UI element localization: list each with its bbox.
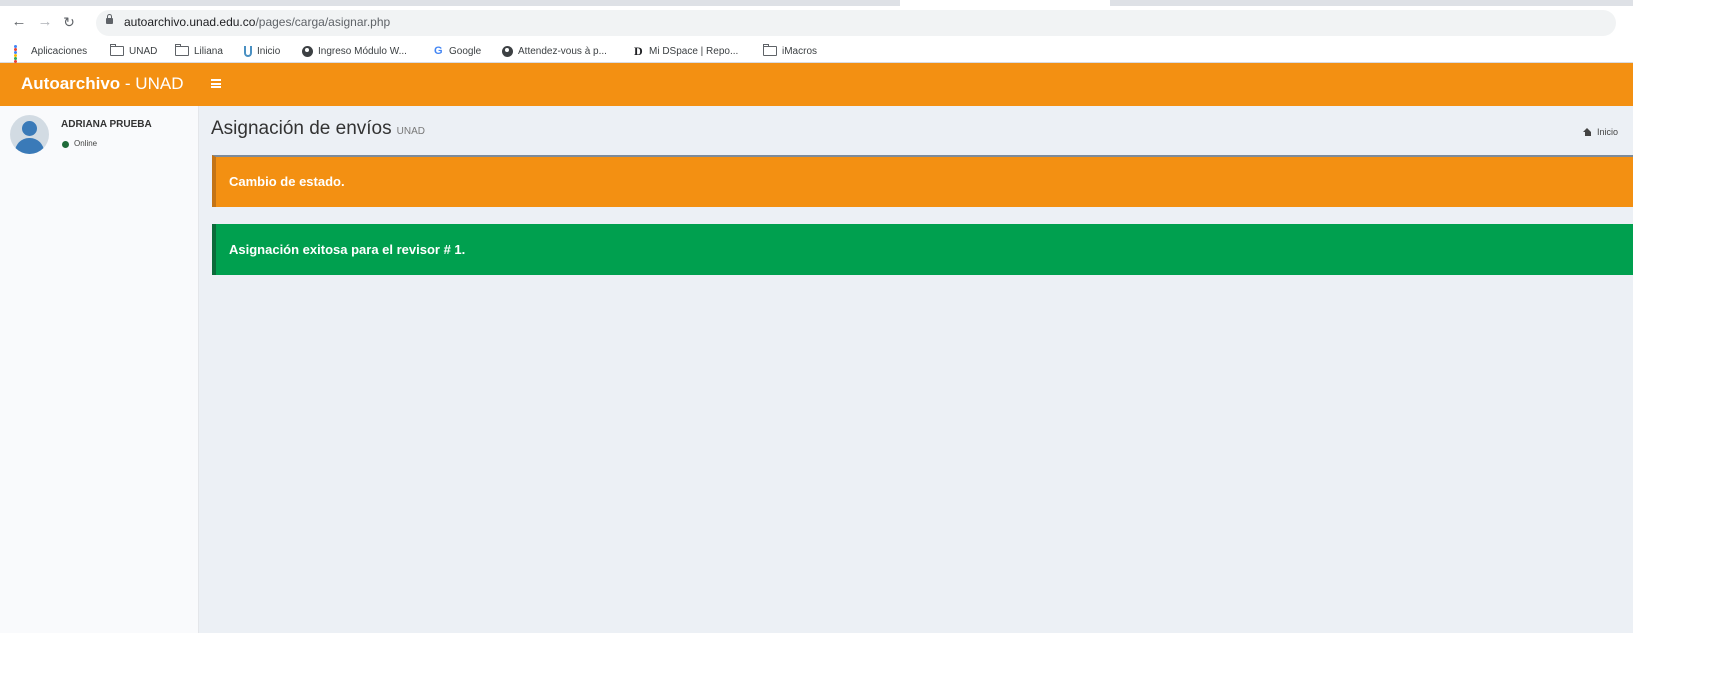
breadcrumb[interactable]: Inicio bbox=[1583, 127, 1618, 137]
bookmark-google[interactable]: G Google bbox=[434, 43, 481, 59]
google-icon: G bbox=[434, 45, 443, 57]
sidebar: ADRIANA PRUEBA Online bbox=[0, 106, 199, 633]
bookmark-ingreso-modulo[interactable]: Ingreso Módulo W... bbox=[302, 43, 407, 59]
bookmark-label: Inicio bbox=[257, 45, 281, 57]
sidebar-toggle-icon[interactable] bbox=[211, 79, 221, 88]
back-arrow-icon[interactable]: ← bbox=[9, 12, 29, 32]
folder-icon bbox=[763, 44, 777, 56]
url-text[interactable]: autoarchivo.unad.edu.co/pages/carga/asig… bbox=[124, 15, 390, 29]
folder-icon bbox=[110, 44, 124, 56]
alert-warning-text: Cambio de estado. bbox=[229, 174, 345, 189]
alert-success: Asignación exitosa para el revisor # 1. bbox=[212, 224, 1633, 275]
breadcrumb-home: Inicio bbox=[1597, 127, 1619, 137]
page-title: Asignación de envíos UNAD bbox=[211, 118, 425, 140]
brand-bold: Autoarchivo bbox=[21, 74, 121, 93]
dspace-icon: D bbox=[634, 43, 643, 58]
bookmark-label: iMacros bbox=[782, 45, 818, 57]
bookmark-mi-dspace[interactable]: D Mi DSpace | Repo... bbox=[634, 43, 738, 59]
lock-icon bbox=[106, 14, 113, 24]
address-bar[interactable]: autoarchivo.unad.edu.co/pages/carga/asig… bbox=[96, 10, 1616, 36]
home-icon bbox=[1583, 128, 1592, 136]
alert-success-text: Asignación exitosa para el revisor # 1. bbox=[229, 242, 466, 257]
bookmark-label: Attendez-vous à p... bbox=[518, 45, 607, 57]
url-path: /pages/carga/asignar.php bbox=[255, 15, 391, 29]
alert-warning: Cambio de estado. bbox=[212, 155, 1633, 207]
bookmark-label: Google bbox=[449, 45, 482, 57]
browser-toolbar: ← → ↻ autoarchivo.unad.edu.co/pages/carg… bbox=[0, 6, 1633, 40]
reload-icon[interactable]: ↻ bbox=[59, 12, 79, 32]
user-name: ADRIANA PRUEBA bbox=[61, 119, 152, 130]
bookmark-label: Aplicaciones bbox=[31, 45, 88, 57]
globe-icon bbox=[502, 45, 513, 57]
bookmark-label: Mi DSpace | Repo... bbox=[649, 45, 739, 57]
bookmark-inicio[interactable]: Inicio bbox=[244, 43, 280, 59]
brand-separator: - bbox=[120, 74, 136, 93]
apps-grid-icon bbox=[14, 45, 26, 72]
bookmark-unad[interactable]: UNAD bbox=[110, 43, 157, 59]
bookmark-label: Ingreso Módulo W... bbox=[318, 45, 407, 57]
globe-icon bbox=[302, 45, 313, 57]
bookmark-label: Liliana bbox=[194, 45, 223, 57]
brand-light: UNAD bbox=[135, 74, 184, 93]
forward-arrow-icon[interactable]: → bbox=[35, 12, 55, 32]
bookmark-attendez-vous[interactable]: Attendez-vous à p... bbox=[502, 43, 607, 59]
bookmarks-bar: Aplicaciones UNAD Liliana Inicio Ingreso… bbox=[0, 40, 1633, 72]
bookmark-label: UNAD bbox=[129, 45, 158, 57]
url-host: autoarchivo.unad.edu.co bbox=[124, 15, 256, 29]
avatar bbox=[10, 115, 49, 154]
bookmark-aplicaciones[interactable]: Aplicaciones bbox=[14, 43, 88, 72]
online-status-icon bbox=[62, 141, 69, 148]
main-content: Asignación de envíos UNAD Inicio Cambio d… bbox=[199, 106, 1633, 633]
u-logo-icon bbox=[244, 45, 252, 57]
bookmark-imacros[interactable]: iMacros bbox=[763, 43, 817, 59]
page-subtitle: UNAD bbox=[396, 126, 425, 137]
page-title-text: Asignación de envíos bbox=[211, 118, 392, 139]
folder-icon bbox=[175, 44, 189, 56]
bookmark-liliana[interactable]: Liliana bbox=[175, 43, 223, 59]
app-logo[interactable]: Autoarchivo - UNAD bbox=[21, 74, 183, 94]
user-status: Online bbox=[74, 139, 98, 148]
app-header: Autoarchivo - UNAD bbox=[0, 63, 1633, 106]
